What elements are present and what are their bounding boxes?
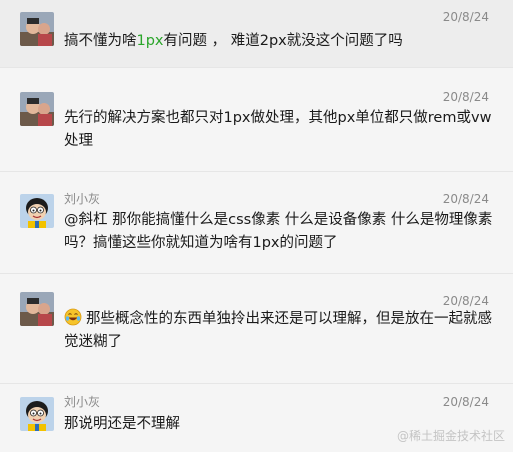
user-avatar[interactable]	[20, 397, 54, 431]
comment-time: 20/8/24	[442, 90, 489, 104]
comment-item: 20/8/24 那些概念性的东西单独拎出来还是可以理解，但是放在一起就感觉迷糊了	[0, 284, 513, 384]
watermark: @稀土掘金技术社区	[396, 429, 505, 443]
comment-text: 先行的解决方案也都只对1px做处理，其他px单位都只做rem或vw处理	[64, 110, 492, 149]
comment-text-part: 那些概念性的东西单独拎出来还是可以理解，但是放在一起就感觉迷糊了	[64, 311, 492, 350]
laughing-tears-icon	[64, 308, 82, 326]
comment-item: 刘小灰 20/8/24 @斜杠 那你能搞懂什么是css像素 什么是设备像素 什么…	[0, 182, 513, 274]
comment-time: 20/8/24	[442, 192, 489, 206]
comment-text: 那些概念性的东西单独拎出来还是可以理解，但是放在一起就感觉迷糊了	[64, 308, 494, 354]
comment-item: 20/8/24 先行的解决方案也都只对1px做处理，其他px单位都只做rem或v…	[0, 80, 513, 172]
comment-time: 20/8/24	[442, 10, 489, 24]
comment-author[interactable]: 刘小灰	[64, 395, 100, 409]
comment-text-part: 有问题 ， 难道2px就没这个问题了吗	[163, 33, 403, 49]
comment-author[interactable]: 刘小灰	[64, 192, 100, 206]
comment-time: 20/8/24	[442, 395, 489, 409]
user-avatar[interactable]	[20, 92, 54, 126]
comment-item: 20/8/24 搞不懂为啥1px有问题 ， 难道2px就没这个问题了吗	[0, 0, 513, 68]
user-avatar[interactable]	[20, 292, 54, 326]
comment-text-part: 搞不懂为啥	[64, 33, 137, 49]
user-avatar[interactable]	[20, 194, 54, 228]
comment-text: 搞不懂为啥1px有问题 ， 难道2px就没这个问题了吗	[64, 30, 494, 53]
comment-text: @斜杠 那你能搞懂什么是css像素 什么是设备像素 什么是物理像素吗？搞懂这些你…	[64, 212, 493, 251]
highlighted-text: 1px	[136, 33, 164, 49]
comment-time: 20/8/24	[442, 294, 489, 308]
user-avatar[interactable]	[20, 12, 54, 46]
comment-list: 20/8/24 搞不懂为啥1px有问题 ， 难道2px就没这个问题了吗 20/8…	[0, 0, 513, 452]
